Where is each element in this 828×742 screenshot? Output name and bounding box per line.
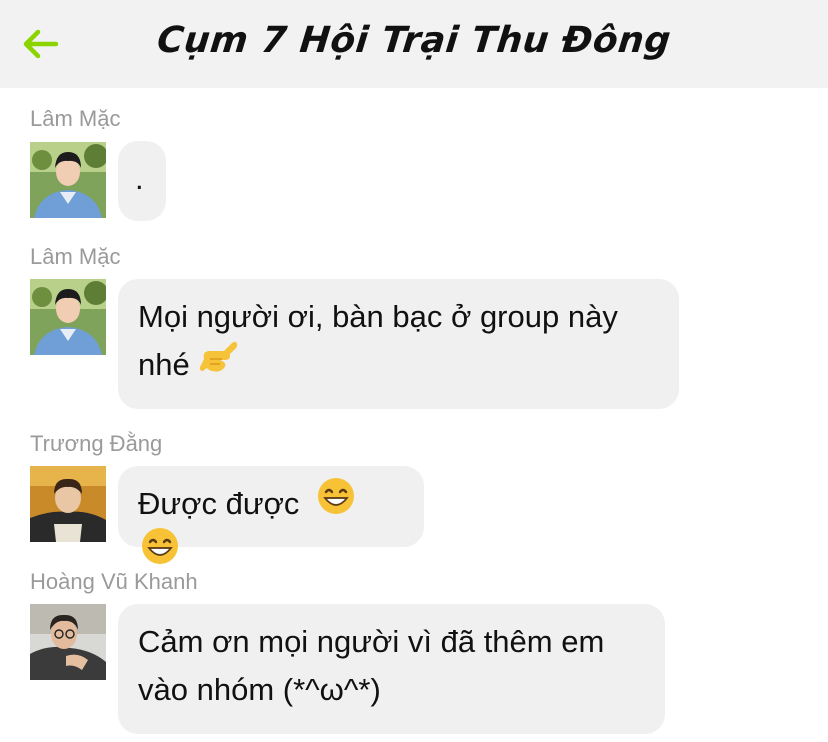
message-text-line: Mọi người ơi, bàn bạc ở group này bbox=[138, 299, 618, 334]
message-text: Được được bbox=[138, 486, 300, 521]
message-bubble[interactable]: Cảm ơn mọi người vì đã thêm em vào nhóm … bbox=[118, 604, 665, 734]
sender-name: Hoàng Vũ Khanh bbox=[30, 569, 198, 594]
chat-header: Cụm 7 Hội Trại Thu Đông bbox=[0, 0, 828, 88]
sender-name: Trương Đằng bbox=[30, 431, 163, 456]
sender-name: Lâm Mặc bbox=[30, 244, 121, 269]
grinning-face-emoji bbox=[316, 476, 356, 530]
avatar[interactable] bbox=[30, 604, 106, 680]
message-text-line: Cảm ơn mọi người vì đã thêm em bbox=[138, 624, 605, 659]
call-me-hand-emoji bbox=[198, 337, 240, 391]
message-bubble[interactable]: . bbox=[118, 141, 166, 221]
message-bubble[interactable]: Được được bbox=[118, 466, 424, 564]
message-text-line: nhé bbox=[138, 347, 190, 382]
avatar[interactable] bbox=[30, 279, 106, 355]
avatar[interactable] bbox=[30, 142, 106, 218]
chat-title: Cụm 7 Hội Trại Thu Đông bbox=[155, 20, 673, 61]
message-bubble[interactable]: Mọi người ơi, bàn bạc ở group này nhé bbox=[118, 279, 679, 409]
message-text: . bbox=[135, 161, 144, 196]
sender-name: Lâm Mặc bbox=[30, 106, 121, 131]
avatar[interactable] bbox=[30, 466, 106, 542]
message-text-line: vào nhóm (*^ω^*) bbox=[138, 672, 381, 707]
